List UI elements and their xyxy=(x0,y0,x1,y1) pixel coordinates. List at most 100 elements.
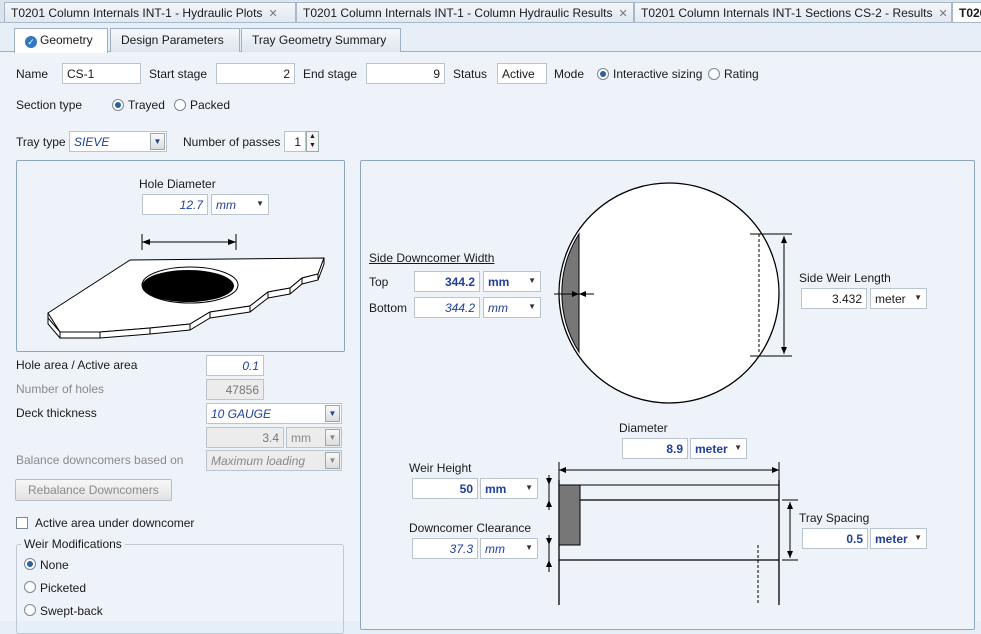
downcomer-clearance-unit: mm xyxy=(485,542,505,556)
hole-diameter-title: Hole Diameter xyxy=(139,177,216,191)
deck-thickness-unit: mm xyxy=(291,431,311,445)
tray-spacing-input[interactable]: 0.5 xyxy=(802,528,868,549)
section-trayed-radio[interactable] xyxy=(112,99,124,111)
dc-top-input[interactable]: 344.2 xyxy=(414,271,480,292)
chevron-down-icon: ▼ xyxy=(528,302,536,311)
name-input[interactable]: CS-1 xyxy=(62,63,141,84)
section-packed-label: Packed xyxy=(190,98,231,112)
doc-tab-sections-results[interactable]: T0201 Column Internals INT-1 Sections CS… xyxy=(634,2,952,22)
mode-label: Mode xyxy=(554,67,585,81)
dc-bottom-unit-select[interactable]: mm ▼ xyxy=(483,297,541,318)
end-stage-label: End stage xyxy=(303,67,358,81)
tray-spacing-unit: meter xyxy=(875,532,908,546)
chevron-down-icon: ▼ xyxy=(914,533,922,542)
tab-design-parameters[interactable]: Design Parameters xyxy=(110,28,240,52)
hole-diameter-input[interactable]: 12.7 xyxy=(142,194,208,215)
dc-top-unit: mm xyxy=(488,275,510,289)
dc-top-unit-select[interactable]: mm ▼ xyxy=(483,271,541,292)
document-tab-bar: T0201 Column Internals INT-1 - Hydraulic… xyxy=(0,0,981,23)
weir-none-radio[interactable] xyxy=(24,558,36,570)
num-holes-label: Number of holes xyxy=(16,382,105,396)
tray-spacing-unit-select[interactable]: meter ▼ xyxy=(870,528,927,549)
start-stage-input[interactable]: 2 xyxy=(216,63,295,84)
deck-thickness-select[interactable]: 10 GAUGE ▼ xyxy=(206,403,342,424)
section-trayed-label: Trayed xyxy=(128,98,165,112)
end-stage-input[interactable]: 9 xyxy=(366,63,445,84)
diameter-input[interactable]: 8.9 xyxy=(622,438,688,459)
weir-height-input[interactable]: 50 xyxy=(412,478,478,499)
diameter-unit-select[interactable]: meter ▼ xyxy=(690,438,747,459)
doc-tab-label: T0201 Column Internals INT-1 - Column Hy… xyxy=(303,6,613,20)
downcomer-clearance-input[interactable]: 37.3 xyxy=(412,538,478,559)
dc-bottom-input[interactable]: 344.2 xyxy=(414,297,480,318)
passes-input[interactable]: 1 xyxy=(284,131,306,152)
passes-label: Number of passes xyxy=(183,135,281,149)
mode-interactive-radio[interactable] xyxy=(597,68,609,80)
tray-spacing-title: Tray Spacing xyxy=(799,511,870,525)
side-weir-length-unit: meter xyxy=(875,292,906,306)
diameter-unit: meter xyxy=(695,442,728,456)
mode-rating-radio[interactable] xyxy=(708,68,720,80)
rebalance-downcomers-button[interactable]: Rebalance Downcomers xyxy=(15,479,172,501)
downcomer-clearance-unit-select[interactable]: mm ▼ xyxy=(480,538,538,559)
tab-label: Design Parameters xyxy=(121,33,224,47)
side-weir-length-input[interactable]: 3.432 xyxy=(801,288,867,309)
status-label: Status xyxy=(453,67,488,81)
passes-spinner[interactable]: ▲ ▼ xyxy=(306,131,319,152)
chevron-down-icon[interactable]: ▼ xyxy=(150,133,165,150)
name-label: Name xyxy=(16,67,49,81)
tab-tray-geometry-summary[interactable]: Tray Geometry Summary xyxy=(241,28,401,52)
side-downcomer-title: Side Downcomer Width xyxy=(369,251,495,265)
chevron-down-icon: ▼ xyxy=(325,429,340,446)
doc-tab-column-hydraulic-results[interactable]: T0201 Column Internals INT-1 - Column Hy… xyxy=(296,2,634,22)
weir-swept-back-radio[interactable] xyxy=(24,604,36,616)
downcomer-clearance-title: Downcomer Clearance xyxy=(409,521,532,535)
deck-thickness-mm-value: 3.4 xyxy=(206,427,284,448)
sieve-tray-diagram xyxy=(47,234,325,339)
weir-picketed-label: Picketed xyxy=(40,581,87,595)
mode-rating-label: Rating xyxy=(724,67,759,81)
section-packed-radio[interactable] xyxy=(174,99,186,111)
chevron-down-icon[interactable]: ▼ xyxy=(325,405,340,422)
chevron-down-icon: ▼ xyxy=(734,443,742,452)
dc-top-label: Top xyxy=(369,275,389,289)
chevron-down-icon: ▼ xyxy=(525,483,533,492)
section-type-label: Section type xyxy=(16,98,83,112)
side-weir-length-title: Side Weir Length xyxy=(799,271,891,285)
tray-type-select[interactable]: SIEVE ▼ xyxy=(69,131,167,152)
doc-tab-hydraulic-plots[interactable]: T0201 Column Internals INT-1 - Hydraulic… xyxy=(4,2,296,22)
doc-tab-label: T020 xyxy=(959,6,981,20)
close-icon[interactable]: ✕ xyxy=(938,8,947,20)
close-icon[interactable]: ✕ xyxy=(268,8,277,20)
chevron-down-icon: ▼ xyxy=(525,543,533,552)
check-icon: ✓ xyxy=(25,36,37,48)
doc-tab-active[interactable]: T020 xyxy=(952,2,981,22)
tab-geometry[interactable]: ✓ Geometry xyxy=(14,28,108,53)
active-area-checkbox[interactable] xyxy=(16,517,28,529)
weir-none-label: None xyxy=(40,558,69,572)
dc-bottom-label: Bottom xyxy=(369,301,408,315)
side-weir-length-unit-select[interactable]: meter ▼ xyxy=(870,288,927,309)
mode-interactive-label: Interactive sizing xyxy=(613,67,703,81)
hole-diameter-unit-select[interactable]: mm ▼ xyxy=(211,194,269,215)
doc-tab-label: T0201 Column Internals INT-1 Sections CS… xyxy=(641,6,933,20)
weir-modifications-title: Weir Modifications xyxy=(21,537,125,551)
doc-tab-label: T0201 Column Internals INT-1 - Hydraulic… xyxy=(11,6,263,20)
weir-picketed-radio[interactable] xyxy=(24,581,36,593)
hole-area-input[interactable]: 0.1 xyxy=(206,355,264,376)
hole-diameter-unit: mm xyxy=(216,198,236,212)
diameter-title: Diameter xyxy=(619,421,668,435)
weir-height-unit-select[interactable]: mm ▼ xyxy=(480,478,538,499)
chevron-down-icon: ▼ xyxy=(256,199,264,208)
close-icon[interactable]: ✕ xyxy=(618,8,627,20)
hole-area-label: Hole area / Active area xyxy=(16,358,138,372)
weir-swept-back-label: Swept-back xyxy=(40,604,103,618)
tray-type-value: SIEVE xyxy=(74,135,110,149)
balance-value: Maximum loading xyxy=(211,454,306,468)
active-area-label: Active area under downcomer xyxy=(35,516,195,530)
status-value: Active xyxy=(497,63,547,84)
chevron-down-icon: ▼ xyxy=(325,452,340,469)
num-holes-value: 47856 xyxy=(206,379,264,400)
tab-label: Geometry xyxy=(40,33,93,47)
balance-label: Balance downcomers based on xyxy=(16,453,184,467)
